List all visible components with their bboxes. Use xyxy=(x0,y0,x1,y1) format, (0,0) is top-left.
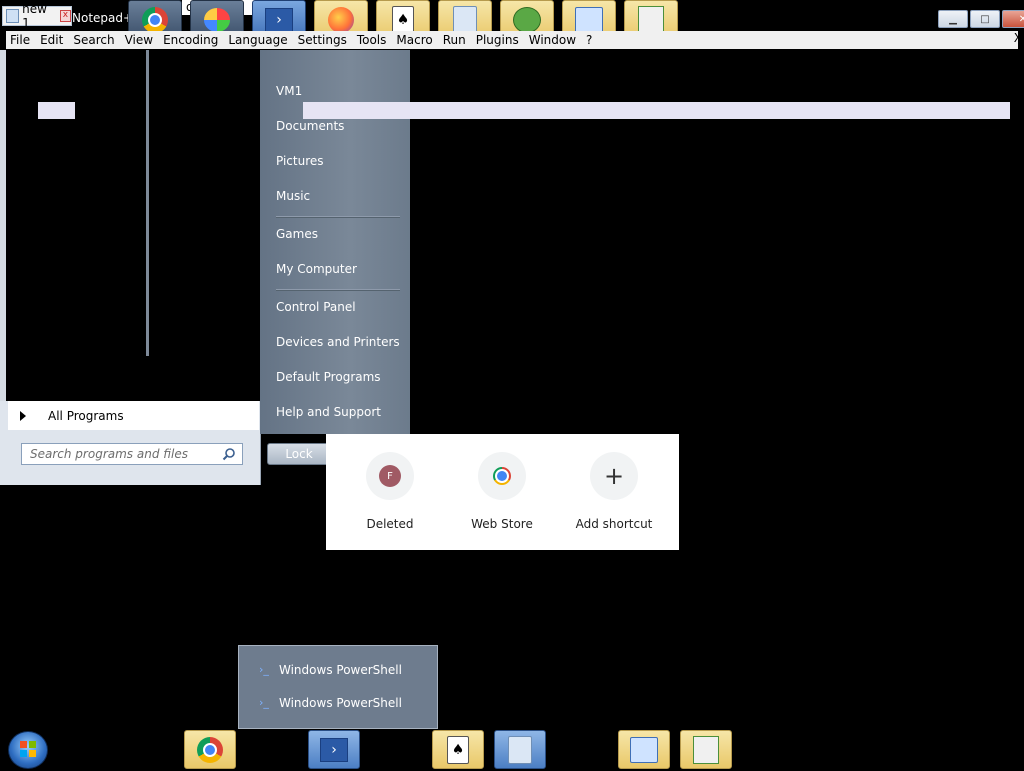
webstore-icon xyxy=(493,467,511,485)
start-item-games[interactable]: Games xyxy=(276,227,318,241)
search-icon[interactable] xyxy=(222,447,236,461)
menu-language[interactable]: Language xyxy=(228,33,287,47)
shortcuts-panel: F Deleted Web Store + Add shortcut xyxy=(326,434,679,550)
start-item-devices-printers[interactable]: Devices and Printers xyxy=(276,335,400,349)
jumplist-label: Windows PowerShell xyxy=(279,663,402,677)
tab-label: new 1 xyxy=(22,2,47,30)
windows-logo-icon xyxy=(20,741,36,757)
chrome-icon xyxy=(142,7,168,33)
separator xyxy=(276,216,400,218)
shortcut-label: Deleted xyxy=(366,517,414,531)
powershell-icon: ›_ xyxy=(259,696,269,709)
menu-encoding[interactable]: Encoding xyxy=(163,33,218,47)
close-tab-icon[interactable]: x xyxy=(59,10,71,22)
taskbar-control-panel[interactable] xyxy=(618,730,670,769)
lock-label: Lock xyxy=(285,447,313,461)
calculator-icon xyxy=(453,6,477,34)
firefox-icon xyxy=(328,7,354,33)
shortcut-label: Add shortcut xyxy=(575,517,653,531)
taskbar-solitaire[interactable]: ♠ xyxy=(432,730,484,769)
shortcut-label: Web Store xyxy=(471,517,533,531)
add-shortcut-tile[interactable]: + Add shortcut xyxy=(559,434,669,550)
control-panel-icon xyxy=(630,736,658,763)
start-item-default-programs[interactable]: Default Programs xyxy=(276,370,381,384)
maximize-button[interactable]: □ xyxy=(970,10,1000,28)
shortcut-tile[interactable]: Web Store xyxy=(447,434,557,550)
search-input[interactable] xyxy=(28,446,222,462)
menu-edit[interactable]: Edit xyxy=(40,33,63,47)
menu-help[interactable]: ? xyxy=(586,33,592,47)
menu-window[interactable]: Window xyxy=(529,33,576,47)
taskbar-calculator[interactable] xyxy=(494,730,546,769)
taskbar-notepadpp[interactable] xyxy=(680,730,732,769)
close-window-button[interactable]: ✕ xyxy=(1002,10,1024,28)
menu-view[interactable]: View xyxy=(125,33,153,47)
jumplist-label: Windows PowerShell xyxy=(279,696,402,710)
powershell-icon: ›_ xyxy=(259,663,269,676)
jumplist-item[interactable]: ›_ Windows PowerShell xyxy=(259,696,402,710)
taskbar-powershell[interactable]: › xyxy=(308,730,360,769)
close-document-button[interactable]: X xyxy=(1014,31,1022,45)
separator xyxy=(276,289,400,291)
site-favicon: F xyxy=(379,465,401,487)
solitaire-icon: ♠ xyxy=(447,735,469,764)
menu-plugins[interactable]: Plugins xyxy=(476,33,519,47)
start-menu-divider xyxy=(146,50,149,356)
start-item-documents[interactable]: Documents xyxy=(276,119,344,133)
taskbar-chrome[interactable] xyxy=(184,730,236,769)
highlight-bar xyxy=(38,102,75,119)
start-item-help-support[interactable]: Help and Support xyxy=(276,405,381,419)
shortcut-icon-circle: + xyxy=(590,452,638,500)
notepadpp-icon xyxy=(638,6,664,34)
plus-icon: + xyxy=(603,462,625,490)
powershell-icon: › xyxy=(320,737,348,762)
window-title: Notepad+ xyxy=(72,11,134,25)
start-item-music[interactable]: Music xyxy=(276,189,310,203)
lock-button[interactable]: Lock xyxy=(267,443,331,465)
notepadpp-icon xyxy=(693,735,719,764)
document-icon xyxy=(6,9,20,23)
paint-icon xyxy=(204,8,230,32)
start-item-pictures[interactable]: Pictures xyxy=(276,154,324,168)
gecko-icon xyxy=(513,7,541,33)
menu-tools[interactable]: Tools xyxy=(357,33,387,47)
all-programs-button[interactable]: All Programs xyxy=(8,401,259,430)
menu-run[interactable]: Run xyxy=(443,33,466,47)
start-item-control-panel[interactable]: Control Panel xyxy=(276,300,356,314)
powershell-jumplist: ›_ Windows PowerShell ›_ Windows PowerSh… xyxy=(238,645,438,729)
menu-file[interactable]: File xyxy=(10,33,30,47)
highlight-bar xyxy=(303,102,1010,119)
solitaire-icon: ♠ xyxy=(392,6,414,34)
shortcut-icon-circle xyxy=(478,452,526,500)
menu-bar: File Edit Search View Encoding Language … xyxy=(6,31,1018,49)
menu-macro[interactable]: Macro xyxy=(396,33,432,47)
start-item-my-computer[interactable]: My Computer xyxy=(276,262,357,276)
shortcut-icon-circle: F xyxy=(366,452,414,500)
minimize-button[interactable]: ▁ xyxy=(938,10,968,28)
menu-settings[interactable]: Settings xyxy=(298,33,347,47)
search-programs-field[interactable] xyxy=(21,443,243,465)
menu-search[interactable]: Search xyxy=(73,33,114,47)
calculator-icon xyxy=(508,735,532,764)
tab-new-1[interactable]: new 1 x xyxy=(2,2,72,30)
shortcut-tile[interactable]: F Deleted xyxy=(335,434,445,550)
start-button[interactable] xyxy=(8,731,48,769)
control-panel-icon xyxy=(575,7,603,33)
jumplist-item[interactable]: ›_ Windows PowerShell xyxy=(259,663,402,677)
start-item-vm1[interactable]: VM1 xyxy=(276,84,302,98)
powershell-icon: › xyxy=(265,8,293,32)
all-programs-label: All Programs xyxy=(48,408,124,423)
arrow-right-icon xyxy=(20,410,26,421)
chrome-icon xyxy=(197,736,223,763)
